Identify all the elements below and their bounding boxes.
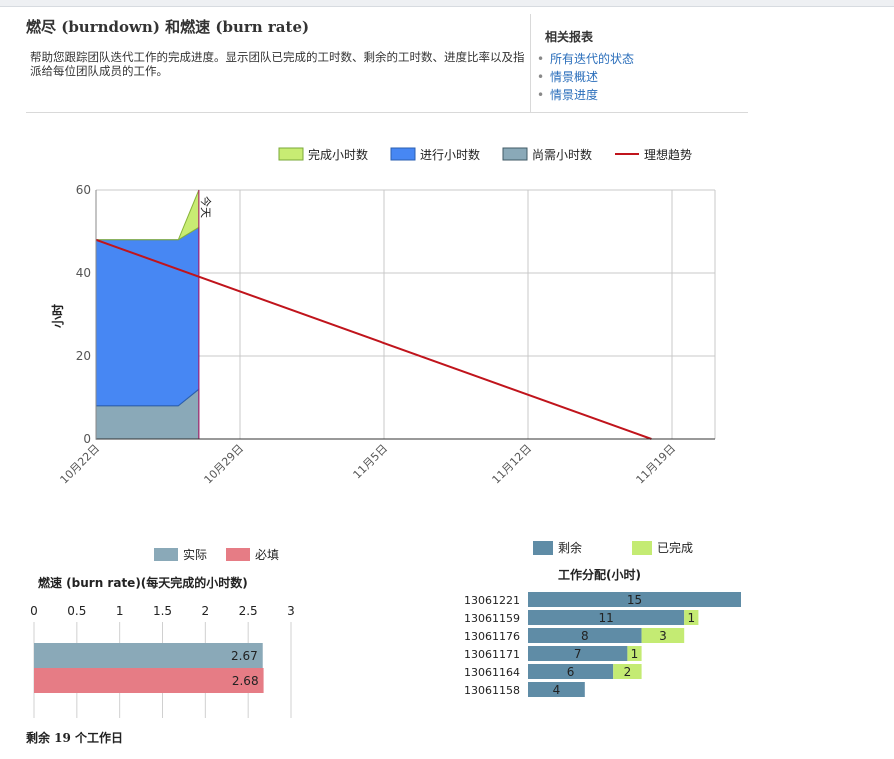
burndown-x-tick-label: 11月12日 xyxy=(490,442,535,487)
work-assignment-remaining-value: 4 xyxy=(553,683,561,697)
burn-rate-bar-value-label: 2.68 xyxy=(232,674,259,688)
work-assignment-category-label: 13061158 xyxy=(464,684,520,697)
burn-rate-x-tick-label: 2.5 xyxy=(239,604,258,618)
legend-required-label: 必填 xyxy=(255,548,279,562)
legend-actual-swatch xyxy=(154,548,178,561)
work-assignment-chart-title: 工作分配(小时) xyxy=(558,567,641,582)
burndown-x-tick-label: 11月5日 xyxy=(351,442,391,482)
legend-in-progress-hours-label: 进行小时数 xyxy=(420,147,480,162)
work-assignment-category-label: 13061221 xyxy=(464,594,520,607)
burndown-y-tick-label: 60 xyxy=(76,183,91,197)
burn-rate-x-tick-label: 1 xyxy=(116,604,124,618)
today-marker-label: 今天 xyxy=(199,196,213,218)
work-assignment-done-value: 1 xyxy=(631,647,639,661)
legend-needed-hours-label: 尚需小时数 xyxy=(532,147,592,162)
legend-actual-label: 实际 xyxy=(183,547,207,562)
legend-needed-hours-swatch xyxy=(502,147,528,161)
burn-rate-chart-title: 燃速 (burn rate)(每天完成的小时数) xyxy=(38,575,248,590)
legend-done-label: 已完成 xyxy=(657,540,693,555)
burn-rate-x-tick-label: 3 xyxy=(287,604,295,618)
legend-remaining-swatch xyxy=(533,541,553,555)
work-assignment-category-label: 13061159 xyxy=(464,612,520,625)
burndown-y-tick-label: 20 xyxy=(76,349,91,363)
legend-completed-hours-swatch xyxy=(278,147,304,161)
work-assignment-category-label: 13061176 xyxy=(464,630,520,643)
burndown-area-in-progress xyxy=(95,226,200,407)
work-assignment-remaining-value: 15 xyxy=(627,593,642,607)
work-assignment-done-value: 3 xyxy=(659,629,667,643)
burndown-x-tick-label: 11月19日 xyxy=(634,442,679,487)
legend-required-swatch xyxy=(226,548,250,561)
work-assignment-remaining-value: 8 xyxy=(581,629,589,643)
charts-canvas: 0 20 40 60 10月22日 10月29日 11月5日 11月12日 11月19日 今天小时… xyxy=(30,147,741,718)
burn-rate-bar-value-label: 2.67 xyxy=(231,649,258,663)
burndown-x-tick-label: 10月29日 xyxy=(202,442,247,487)
burn-rate-bar-actual xyxy=(34,643,263,668)
burn-rate-bar-required xyxy=(34,668,264,693)
legend-completed-hours-label: 完成小时数 xyxy=(308,147,368,162)
work-assignment-done-value: 2 xyxy=(624,665,632,679)
work-assignment-remaining-value: 11 xyxy=(598,611,613,625)
work-assignment-category-label: 13061171 xyxy=(464,648,520,661)
burndown-y-axis-label: 小时 xyxy=(50,304,65,328)
remaining-workdays: 剩余 19 个工作日 xyxy=(26,731,124,745)
legend-done-swatch xyxy=(632,541,652,555)
work-assignment-category-label: 13061164 xyxy=(464,666,520,679)
burndown-x-tick-label: 10月22日 xyxy=(58,442,103,487)
legend-ideal-trend-label: 理想趋势 xyxy=(644,147,692,162)
legend-in-progress-hours-swatch xyxy=(390,147,416,161)
burn-rate-x-tick-label: 1.5 xyxy=(153,604,172,618)
burn-rate-x-tick-label: 0 xyxy=(30,604,38,618)
legend-remaining-label: 剩余 xyxy=(558,540,582,555)
burndown-y-tick-label: 40 xyxy=(76,266,91,280)
burn-rate-x-tick-label: 2 xyxy=(202,604,210,618)
work-assignment-remaining-value: 7 xyxy=(574,647,582,661)
work-assignment-done-value: 1 xyxy=(687,611,695,625)
work-assignment-remaining-value: 6 xyxy=(567,665,575,679)
burn-rate-x-tick-label: 0.5 xyxy=(67,604,86,618)
